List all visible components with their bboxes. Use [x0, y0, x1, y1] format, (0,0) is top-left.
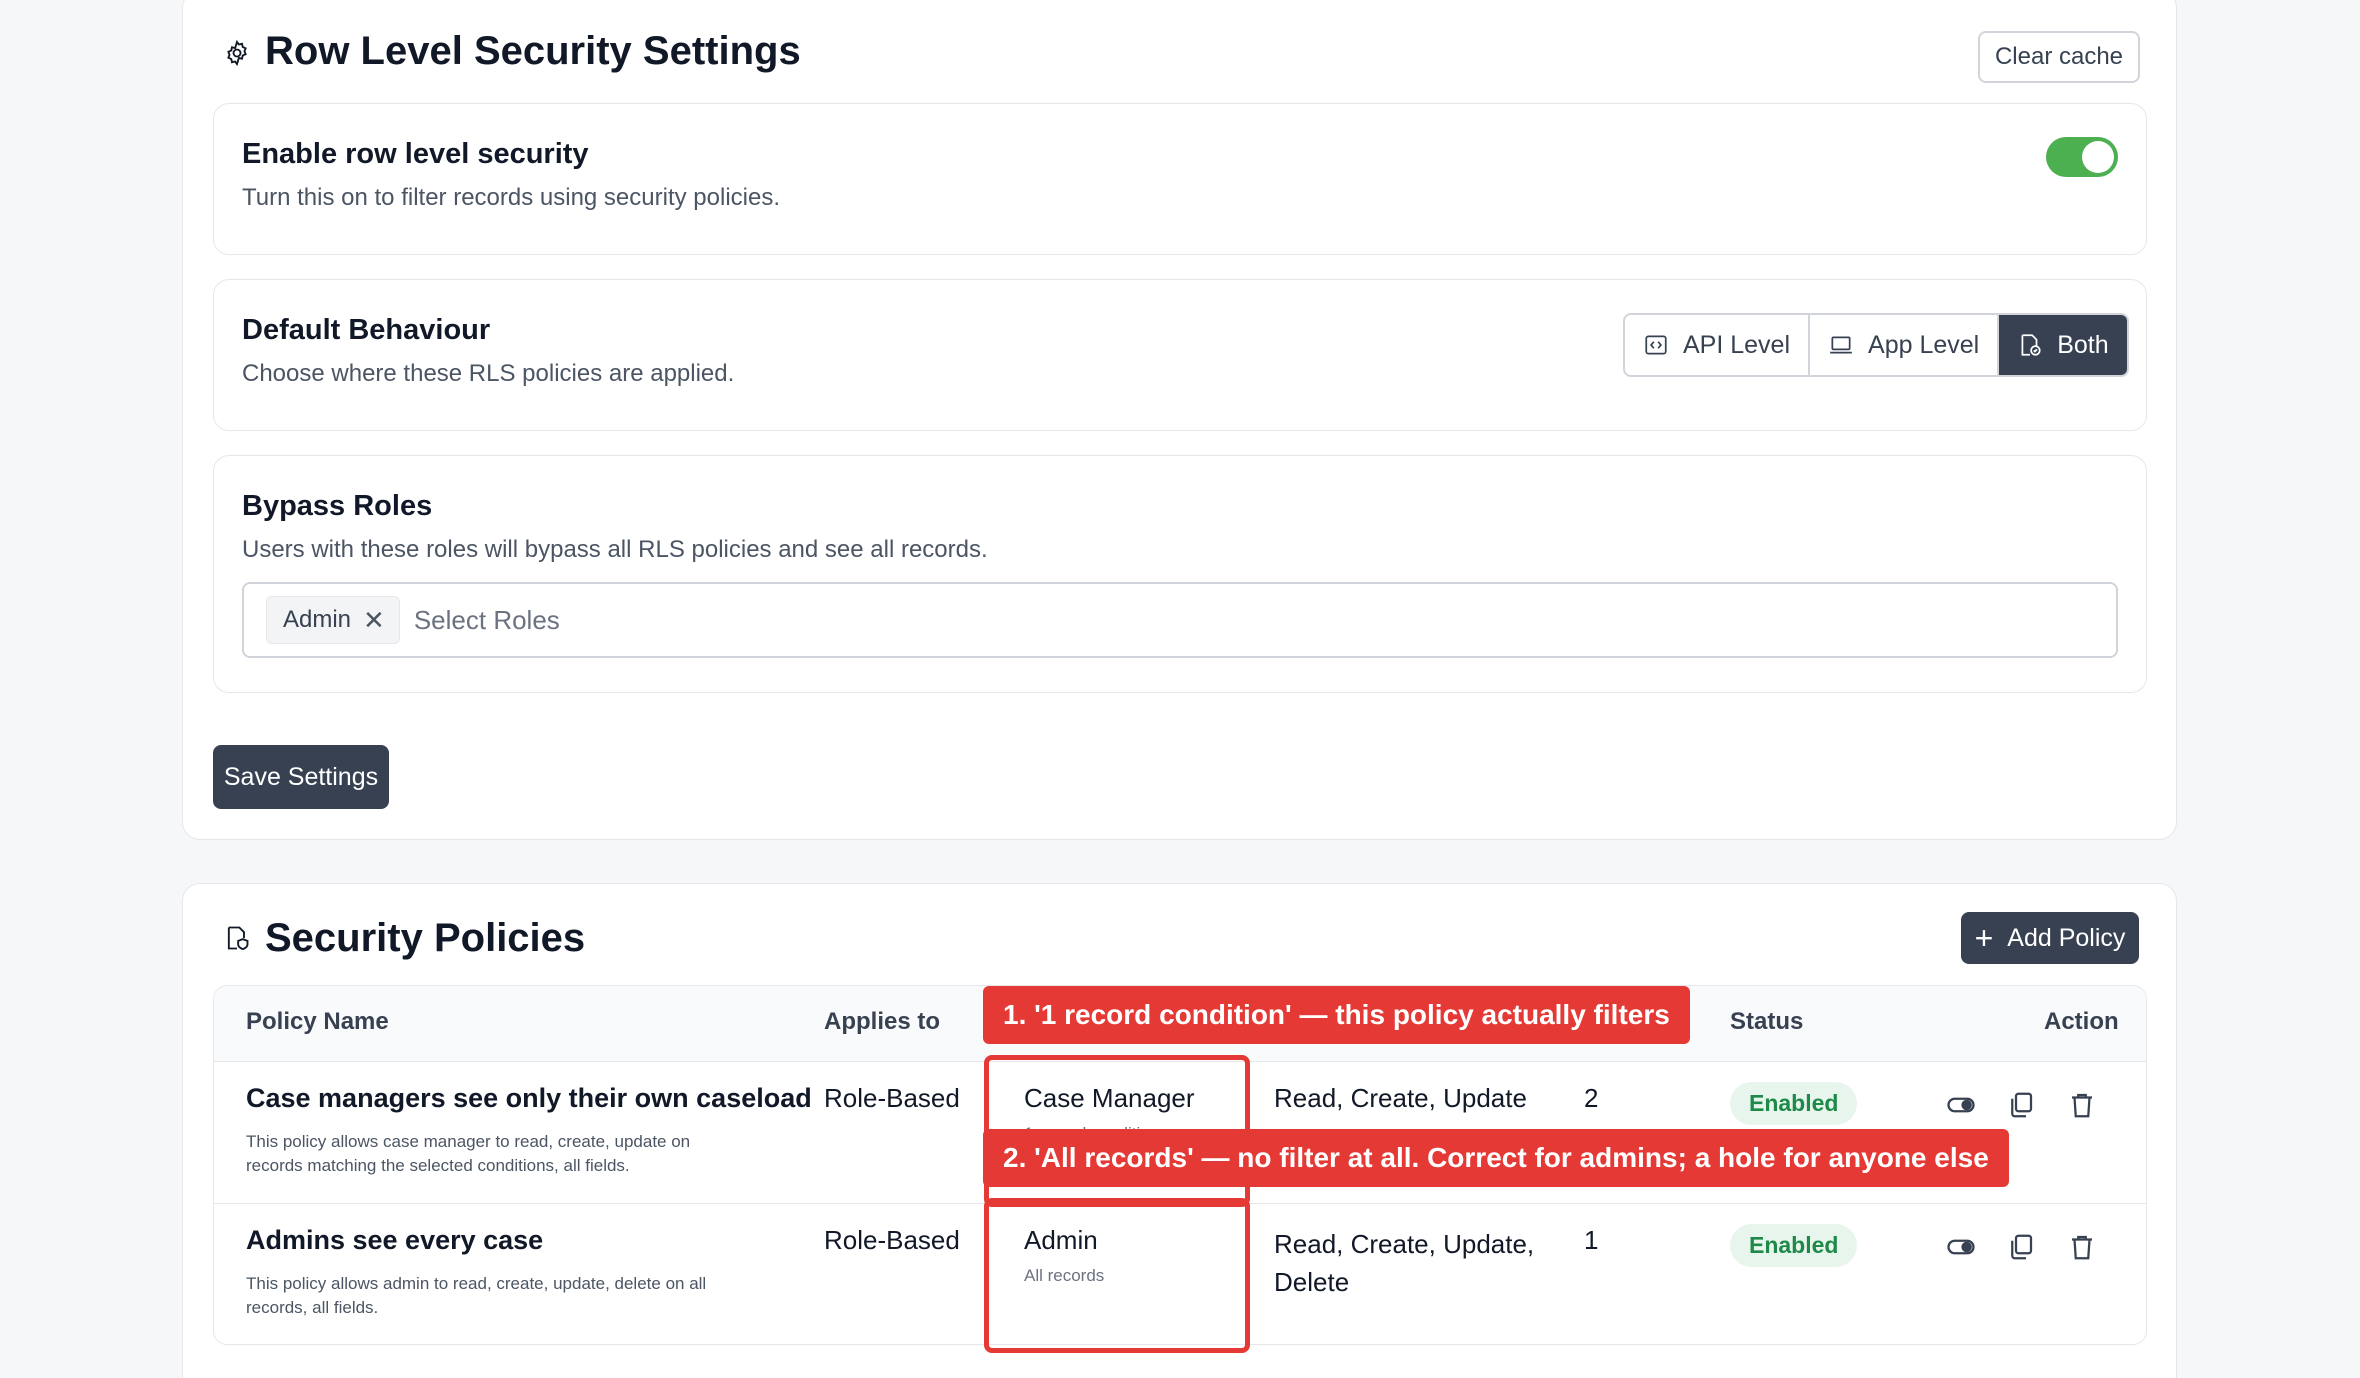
- roles-placeholder: Select Roles: [413, 604, 560, 635]
- copy-icon[interactable]: [2006, 1090, 2036, 1120]
- bypass-roles-title: Bypass Roles: [242, 490, 433, 522]
- settings-gear-icon: [227, 39, 247, 67]
- bypass-roles-panel: Bypass Roles Users with these roles will…: [213, 455, 2147, 693]
- policy-shield-icon: [227, 926, 249, 951]
- policy-name: Admins see every case: [246, 1225, 544, 1255]
- option-both[interactable]: Both: [1999, 315, 2127, 375]
- applies-to: Role-Based: [824, 1225, 960, 1255]
- annotation-callout-2: 2. 'All records' — no filter at all. Cor…: [983, 1129, 2009, 1187]
- policy-description: This policy allows admin to read, create…: [246, 1274, 707, 1317]
- add-policy-label: Add Policy: [2007, 923, 2126, 952]
- enable-rls-description: Turn this on to filter records using sec…: [242, 184, 780, 211]
- policies-title: Security Policies: [265, 916, 586, 960]
- option-app-level-label: App Level: [1868, 330, 1980, 359]
- toggle-icon[interactable]: [1946, 1232, 1976, 1262]
- role-chip-label: Admin: [283, 606, 352, 633]
- settings-title: Row Level Security Settings: [265, 29, 801, 73]
- col-action: Action: [2044, 1008, 2119, 1035]
- default-behaviour-panel: Default Behaviour Choose where these RLS…: [213, 279, 2147, 431]
- plus-icon: +: [1974, 920, 1994, 956]
- option-api-level-label: API Level: [1683, 330, 1791, 359]
- role-chip-admin: Admin ✕: [266, 596, 400, 644]
- option-api-level[interactable]: API Level: [1625, 315, 1811, 375]
- col-status: Status: [1730, 1008, 1804, 1035]
- enable-rls-title: Enable row level security: [242, 138, 589, 170]
- both-icon: [2021, 334, 2041, 356]
- save-settings-button[interactable]: Save Settings: [213, 745, 389, 809]
- option-both-label: Both: [2057, 330, 2109, 359]
- rls-settings-card: Row Level Security Settings Clear cache …: [182, 0, 2177, 840]
- copy-icon[interactable]: [2006, 1232, 2036, 1262]
- trash-icon[interactable]: [2067, 1232, 2097, 1262]
- status-badge: Enabled: [1730, 1224, 1858, 1267]
- priority: 2: [1584, 1083, 1599, 1113]
- col-applies-to: Applies to: [824, 1008, 941, 1035]
- add-policy-button[interactable]: + Add Policy: [1961, 912, 2139, 964]
- trash-icon[interactable]: [2067, 1090, 2097, 1120]
- permissions: Read, Create, Update, Delete: [1274, 1229, 1535, 1297]
- close-icon[interactable]: ✕: [363, 605, 385, 636]
- policy-name: Case managers see only their own caseloa…: [246, 1083, 812, 1113]
- enable-rls-toggle[interactable]: [2046, 137, 2118, 177]
- toggle-knob: [2082, 141, 2114, 173]
- status-badge: Enabled: [1730, 1082, 1858, 1125]
- enable-rls-panel: Enable row level security Turn this on t…: [213, 103, 2147, 255]
- laptop-icon: [1830, 336, 1852, 354]
- bypass-roles-description: Users with these roles will bypass all R…: [242, 536, 988, 563]
- default-behaviour-selector: API Level App Level Both: [1623, 313, 2129, 377]
- option-app-level[interactable]: App Level: [1810, 315, 2000, 375]
- permissions: Read, Create, Update: [1274, 1083, 1527, 1113]
- default-behaviour-title: Default Behaviour: [242, 314, 491, 346]
- default-behaviour-description: Choose where these RLS policies are appl…: [242, 360, 735, 387]
- priority: 1: [1584, 1225, 1599, 1255]
- toggle-icon[interactable]: [1946, 1090, 1976, 1120]
- applies-to: Role-Based: [824, 1083, 960, 1113]
- policy-description: This policy allows case manager to read,…: [246, 1132, 691, 1175]
- bypass-roles-input[interactable]: Admin ✕ Select Roles: [242, 582, 2118, 658]
- highlight-admin-role: [984, 1198, 1250, 1353]
- annotation-callout-1: 1. '1 record condition' — this policy ac…: [983, 986, 1690, 1044]
- clear-cache-button[interactable]: Clear cache: [1978, 31, 2140, 83]
- api-icon: [1645, 335, 1667, 355]
- col-policy-name: Policy Name: [246, 1008, 389, 1035]
